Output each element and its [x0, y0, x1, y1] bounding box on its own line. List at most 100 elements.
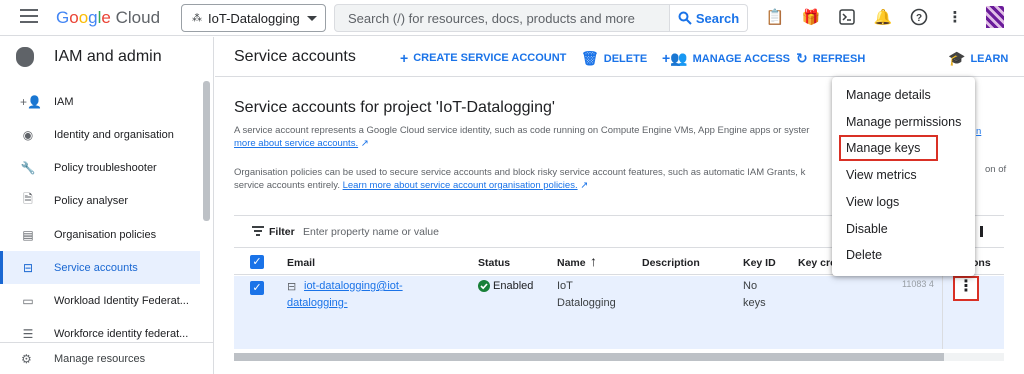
row-actions-more-vert-icon[interactable]: ⋮	[953, 276, 979, 301]
gift-icon[interactable]: 🎁	[800, 6, 822, 28]
service-account-email-link[interactable]: iot-datalogging@iot-	[304, 280, 403, 292]
learn-more-link-fragment[interactable]: n	[976, 126, 981, 137]
search-button[interactable]: Search	[670, 4, 748, 32]
filter-input[interactable]: Enter property name or value	[303, 226, 439, 238]
account-circle-icon: ◉	[22, 127, 34, 142]
top-bar: Google Cloud ⁂ IoT-Datalogging Search (/…	[0, 0, 1024, 36]
description-trailing-text: on of	[985, 164, 1007, 175]
document-search-icon: 🗎	[23, 192, 33, 206]
table-row[interactable]: ✓ ⊟ iot-datalogging@iot- datalogging- En…	[234, 276, 1004, 349]
avatar[interactable]	[986, 6, 1004, 28]
sidebar-item-workload-identity[interactable]: ▭ Workload Identity Federat...	[0, 284, 200, 317]
page-title: Service accounts	[234, 48, 356, 65]
refresh-button[interactable]: ↻ REFRESH	[796, 50, 865, 67]
key-creation-date: 11083 4	[902, 279, 934, 289]
logo-letter: g	[88, 8, 98, 27]
list-icon: ☰	[22, 326, 34, 341]
delete-button[interactable]: 🗑 DELETE	[581, 50, 647, 67]
learn-more-org-policies-link[interactable]: Learn more about service account organis…	[343, 180, 578, 191]
column-header-key-id[interactable]: Key ID	[743, 257, 776, 269]
google-cloud-logo[interactable]: Google Cloud	[56, 8, 160, 28]
menu-item-manage-details[interactable]: Manage details	[846, 88, 931, 102]
sidebar-item-service-accounts[interactable]: ⊟ Service accounts	[0, 251, 200, 284]
terminal-icon[interactable]	[836, 6, 858, 28]
column-header-description[interactable]: Description	[642, 257, 700, 269]
sidebar-footer-manage-resources[interactable]: ⚙ Manage resources	[0, 342, 214, 374]
project-picker[interactable]: ⁂ IoT-Datalogging	[181, 4, 326, 32]
help-icon[interactable]: ?	[908, 6, 930, 28]
scrollbar-thumb[interactable]	[234, 353, 944, 361]
column-header-email[interactable]: Email	[287, 257, 315, 269]
menu-item-view-metrics[interactable]: View metrics	[846, 168, 917, 182]
create-label: CREATE SERVICE ACCOUNT	[413, 52, 567, 64]
description-text: Organisation policies can be used to sec…	[234, 167, 806, 178]
menu-item-disable[interactable]: Disable	[846, 222, 888, 236]
filter-label: Filter	[269, 225, 295, 238]
actions-divider	[942, 276, 943, 349]
create-service-account-button[interactable]: + CREATE SERVICE ACCOUNT	[400, 50, 566, 66]
service-account-icon: ⊟	[287, 281, 297, 293]
manage-access-label: MANAGE ACCESS	[692, 52, 790, 65]
article-icon: ▤	[22, 227, 34, 242]
service-account-email-link[interactable]: datalogging-	[287, 297, 348, 309]
refresh-icon: ↻	[796, 50, 808, 66]
action-bar: Service accounts + CREATE SERVICE ACCOUNT…	[215, 37, 1024, 77]
key-id-value: keys	[743, 297, 766, 309]
description-text: A service account represents a Google Cl…	[234, 125, 810, 136]
sidebar-item-label: Policy analyser	[54, 194, 128, 207]
sidebar-item-identity[interactable]: ◉ Identity and organisation	[0, 118, 200, 151]
badge-icon: ▭	[22, 293, 34, 308]
learn-button[interactable]: 🎓 LEARN	[948, 50, 1008, 67]
notes-icon[interactable]: 📋	[764, 6, 786, 28]
external-link-icon: ↗	[580, 180, 589, 191]
section-heading: Service accounts for project 'IoT-Datalo…	[234, 99, 555, 116]
row-actions-menu: Manage details Manage permissions Manage…	[832, 77, 975, 276]
more-vert-icon[interactable]: ⋮	[944, 6, 966, 28]
sidebar-scrollbar[interactable]	[203, 81, 210, 221]
status-text: Enabled	[493, 280, 534, 292]
menu-item-manage-permissions[interactable]: Manage permissions	[846, 115, 961, 129]
project-name: IoT-Datalogging	[208, 10, 300, 26]
person-add-icon: +👥	[662, 50, 688, 66]
sidebar-item-policy-analyser[interactable]: 🗎 Policy analyser	[0, 184, 200, 217]
manage-keys-highlight-box	[839, 135, 938, 161]
horizontal-scrollbar[interactable]	[234, 353, 1004, 361]
search-icon	[678, 11, 692, 25]
search-input[interactable]: Search (/) for resources, docs, products…	[334, 4, 670, 32]
key-id-value: No	[743, 280, 758, 292]
svg-text:?: ?	[916, 13, 922, 24]
sidebar-item-policy-troubleshooter[interactable]: 🔧 Policy troubleshooter	[0, 151, 200, 184]
sidebar-item-iam[interactable]: +👤 IAM	[0, 85, 200, 118]
sidebar-item-label: Policy troubleshooter	[54, 161, 157, 174]
sidebar-item-organisation-policies[interactable]: ▤ Organisation policies	[0, 218, 200, 251]
plus-icon: +	[400, 50, 409, 66]
column-header-status[interactable]: Status	[478, 257, 510, 269]
manage-access-button[interactable]: +👥 MANAGE ACCESS	[662, 50, 790, 67]
person-add-icon: +👤	[20, 94, 42, 109]
learn-more-service-accounts-link[interactable]: more about service accounts.	[234, 138, 358, 149]
menu-item-delete[interactable]: Delete	[846, 248, 882, 262]
hamburger-menu-icon[interactable]	[20, 9, 38, 23]
sidebar-item-label: Identity and organisation	[54, 128, 174, 141]
select-all-checkbox[interactable]: ✓	[250, 255, 264, 269]
external-link-icon: ↗	[360, 138, 369, 149]
filter-icon	[252, 226, 264, 238]
delete-label: DELETE	[603, 52, 648, 65]
dropdown-caret-icon	[307, 15, 317, 21]
school-icon: 🎓	[948, 50, 966, 66]
column-header-name[interactable]: Name	[557, 257, 586, 269]
sidebar-item-label: Organisation policies	[54, 228, 157, 241]
sidebar-footer-label: Manage resources	[54, 352, 146, 365]
sidebar-item-label: Workload Identity Federat...	[54, 294, 189, 307]
row-checkbox[interactable]: ✓	[250, 281, 264, 295]
bell-icon[interactable]: 🔔	[872, 6, 894, 28]
service-account-name: IoT	[557, 280, 573, 292]
refresh-label: REFRESH	[812, 52, 866, 65]
search-button-label: Search	[695, 10, 740, 26]
sidebar-title: IAM and admin	[54, 48, 162, 65]
logo-letter: o	[78, 8, 89, 27]
service-account-icon: ⊟	[22, 260, 34, 275]
logo-letter: G	[56, 8, 70, 27]
sort-arrow-up-icon[interactable]: ↑	[590, 253, 597, 269]
menu-item-view-logs[interactable]: View logs	[846, 195, 899, 209]
